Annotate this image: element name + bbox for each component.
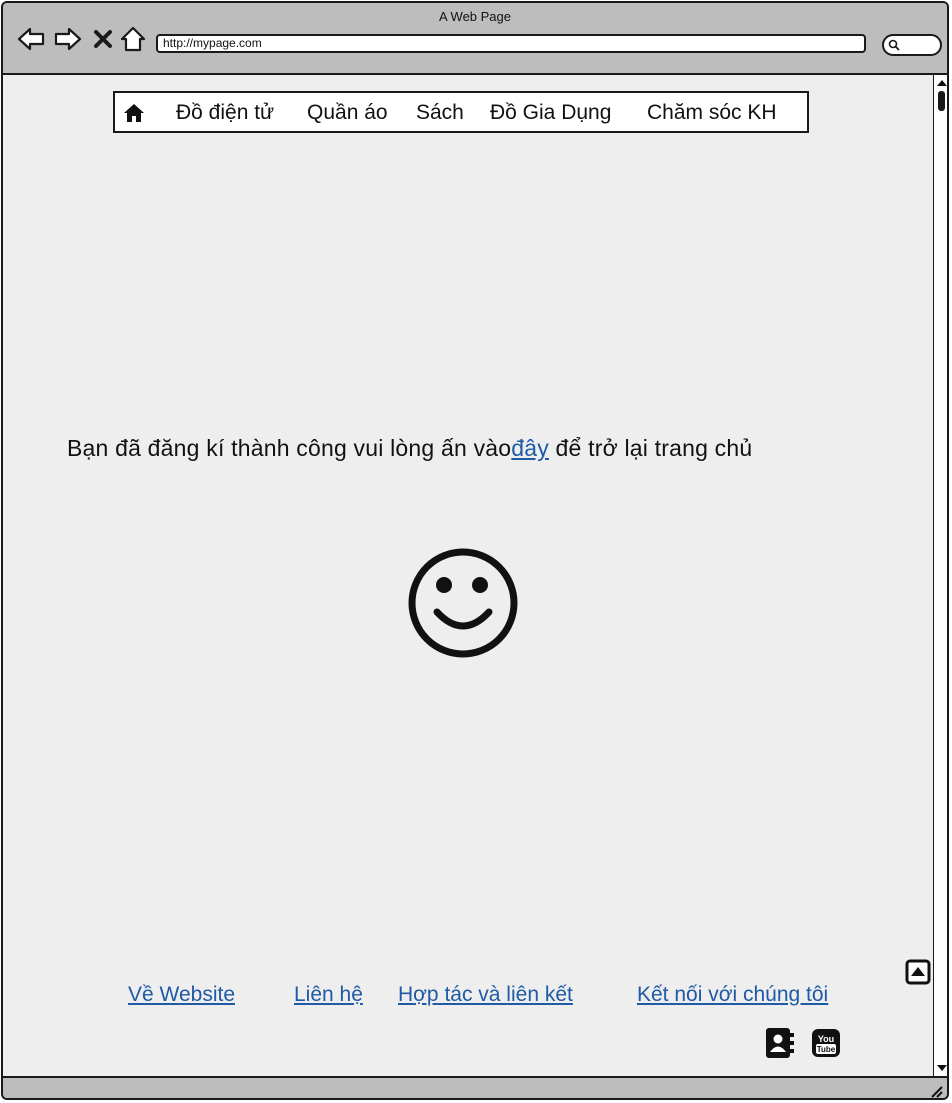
arrow-up-box-icon[interactable] (905, 959, 931, 985)
youtube-icon[interactable]: You Tube (811, 1027, 841, 1059)
footer-link-contact[interactable]: Liên hệ (294, 983, 363, 1007)
footer-link-connect[interactable]: Kết nối với chúng tôi (637, 983, 828, 1007)
nav-item-electronics[interactable]: Đồ điện tử (176, 101, 274, 125)
resize-grip-icon[interactable] (929, 1084, 943, 1098)
scroll-up-icon[interactable] (937, 79, 947, 87)
youtube-text-top: You (818, 1034, 834, 1044)
close-icon[interactable] (89, 25, 117, 53)
smiley-face-icon (408, 548, 518, 658)
scroll-thumb[interactable] (938, 91, 945, 111)
url-bar[interactable]: http://mypage.com (156, 34, 866, 53)
message-text-before: Bạn đã đăng kí thành công vui lòng ấn và… (67, 435, 512, 461)
home-icon[interactable] (123, 103, 145, 123)
youtube-text-bottom: Tube (817, 1045, 836, 1054)
nav-item-customer-care[interactable]: Chăm sóc KH (647, 101, 777, 125)
browser-toolbar: A Web Page http://mypage.com (3, 3, 947, 75)
vertical-scrollbar[interactable] (933, 75, 947, 1076)
window-title: A Web Page (438, 9, 512, 24)
search-icon (888, 39, 900, 51)
footer-link-partnership[interactable]: Hợp tác và liên kết (398, 983, 573, 1007)
message-text-after: để trở lại trang chủ (548, 435, 753, 461)
contact-book-icon[interactable] (765, 1027, 795, 1059)
search-input[interactable] (882, 34, 942, 56)
forward-arrow-icon[interactable] (54, 25, 82, 53)
nav-item-books[interactable]: Sách (416, 101, 464, 125)
back-arrow-icon[interactable] (17, 25, 45, 53)
page-viewport: Đồ điện tử Quần áo Sách Đồ Gia Dụng Chăm… (3, 75, 933, 1076)
nav-item-clothing[interactable]: Quần áo (307, 101, 388, 125)
home-icon[interactable] (119, 25, 147, 53)
nav-item-household[interactable]: Đồ Gia Dụng (490, 101, 611, 125)
scroll-down-icon[interactable] (937, 1064, 947, 1072)
success-message: Bạn đã đăng kí thành công vui lòng ấn và… (67, 435, 752, 462)
footer-link-about[interactable]: Về Website (128, 983, 235, 1007)
browser-window: A Web Page http://mypage.com Đồ điện tử … (1, 1, 949, 1100)
main-navbar: Đồ điện tử Quần áo Sách Đồ Gia Dụng Chăm… (113, 91, 809, 133)
status-bar (3, 1076, 947, 1098)
return-home-link[interactable]: đây (511, 435, 549, 461)
